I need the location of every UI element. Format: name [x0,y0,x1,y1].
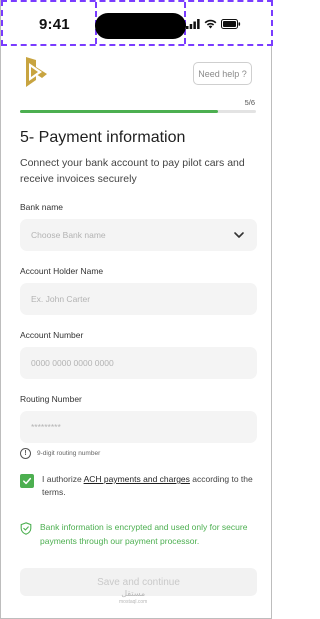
progress-fill [20,110,219,113]
bank-name-placeholder: Choose Bank name [31,230,106,240]
app-frame: 9:41 Need help ? 5/6 5- Payment informat… [0,0,273,619]
help-button[interactable]: Need help ? [193,62,252,85]
chevron-down-icon [234,232,244,238]
watermark: مستقل mostaql.com [119,589,147,607]
watermark-line2: mostaql.com [119,599,148,605]
account-number-placeholder: 0000 0000 0000 0000 [31,358,114,368]
authorize-text: I authorize ACH payments and charges acc… [42,473,260,499]
page-title: 5- Payment information [20,129,186,146]
ach-terms-link[interactable]: ACH payments and charges [84,474,190,484]
routing-number-input[interactable]: ********* [20,411,257,443]
status-time: 9:41 [39,16,70,33]
routing-number-label: Routing Number [20,394,82,404]
authorize-prefix: I authorize [42,474,84,484]
battery-icon [221,19,241,29]
brand-logo [26,57,47,87]
holder-name-input[interactable]: Ex. John Carter [20,283,257,315]
routing-hint: ! 9-digit routing number [20,448,100,459]
dynamic-island [95,13,186,39]
bank-name-select[interactable]: Choose Bank name [20,219,257,251]
checkmark-icon [23,477,32,485]
security-note: Bank information is encrypted and used o… [20,520,257,548]
shield-check-icon [20,522,32,535]
account-number-input[interactable]: 0000 0000 0000 0000 [20,347,257,379]
system-icons [186,19,241,29]
routing-number-placeholder: ********* [31,422,61,432]
progress-bar [20,110,256,113]
bank-name-label: Bank name [20,202,63,212]
routing-hint-text: 9-digit routing number [37,450,101,457]
authorize-checkbox[interactable] [20,474,34,488]
holder-name-placeholder: Ex. John Carter [31,294,91,304]
status-bar: 9:41 [1,0,273,46]
info-icon: ! [20,448,31,459]
wifi-icon [204,19,217,29]
watermark-line1: مستقل [121,589,146,598]
holder-name-label: Account Holder Name [20,266,104,276]
progress-label: 5/6 [244,98,255,107]
security-note-text: Bank information is encrypted and used o… [40,522,248,546]
page-subtitle: Connect your bank account to pay pilot c… [20,157,245,185]
account-number-label: Account Number [20,330,84,340]
signal-icon [186,19,200,29]
